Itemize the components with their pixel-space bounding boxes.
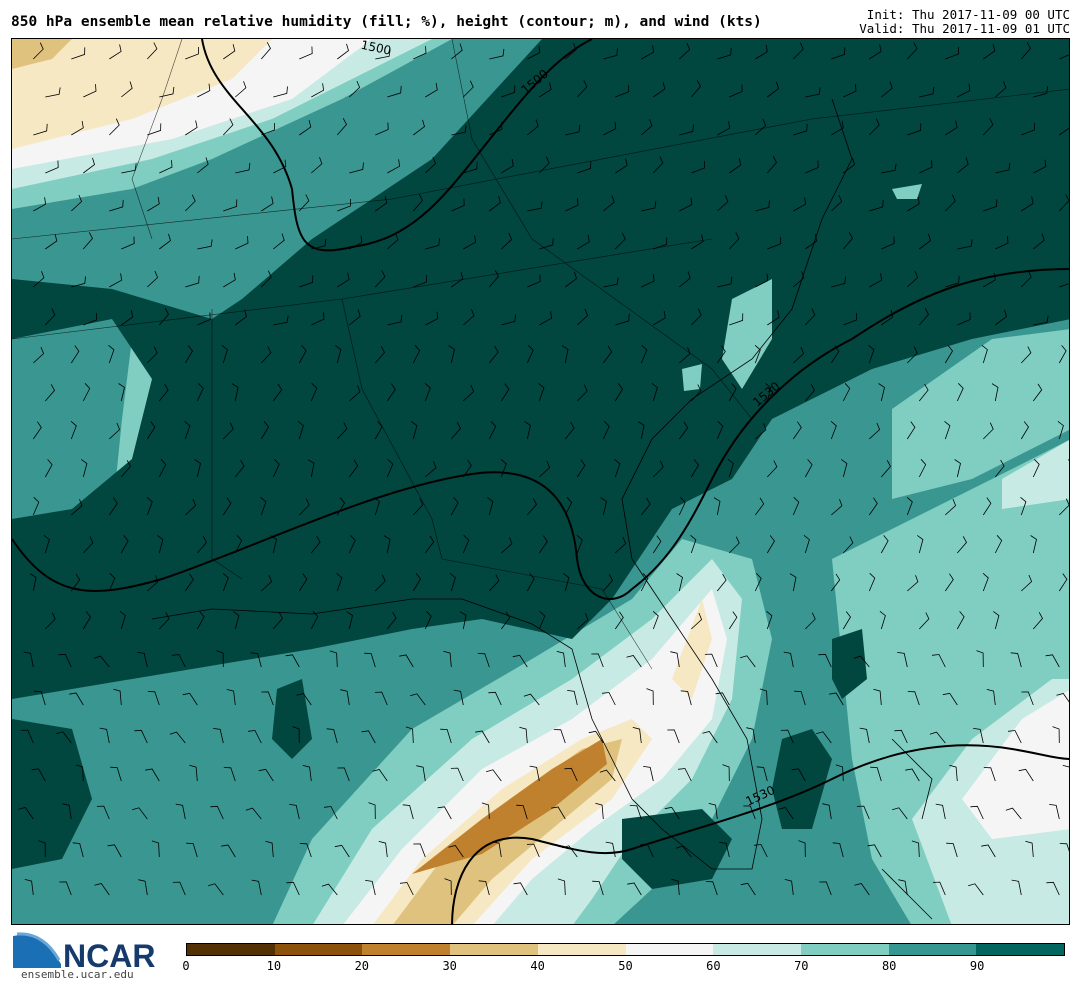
- valid-time: Valid: Thu 2017-11-09 01 UTC: [859, 21, 1070, 36]
- colorbar-tick-label: 0: [182, 959, 190, 973]
- colorbar-tick-label: 20: [354, 959, 370, 973]
- colorbar-segment: [450, 944, 538, 955]
- colorbar-tick-label: 70: [794, 959, 809, 973]
- colorbar-tick-label: 40: [530, 959, 545, 973]
- init-time: Init: Thu 2017-11-09 00 UTC: [866, 7, 1070, 22]
- chart-title: 850 hPa ensemble mean relative humidity …: [11, 14, 762, 30]
- colorbar-segment: [976, 944, 1065, 955]
- colorbar-tick-label: 60: [706, 959, 721, 973]
- colorbar-segment: [888, 944, 977, 955]
- logo-url: ensemble.ucar.edu: [21, 968, 134, 981]
- colorbar-segment: [713, 944, 801, 955]
- colorbar-tick-label: 30: [442, 959, 457, 973]
- colorbar-segment: [362, 944, 451, 955]
- colorbar-segment: [187, 944, 275, 955]
- colorbar-tick-label: 80: [881, 959, 897, 973]
- colorbar-segment: [800, 944, 889, 955]
- run-info: Init: Thu 2017-11-09 00 UTC Valid: Thu 2…: [859, 8, 1070, 36]
- colorbar: [186, 943, 1065, 956]
- colorbar-segment: [537, 944, 626, 955]
- colorbar-tick-label: 50: [618, 959, 633, 973]
- colorbar-segment: [274, 944, 363, 955]
- humidity-map: 1500 1500 1530 1530: [11, 38, 1070, 925]
- colorbar-segment: [625, 944, 714, 955]
- colorbar-tick-label: 90: [969, 959, 985, 973]
- colorbar-tick-label: 10: [266, 959, 282, 973]
